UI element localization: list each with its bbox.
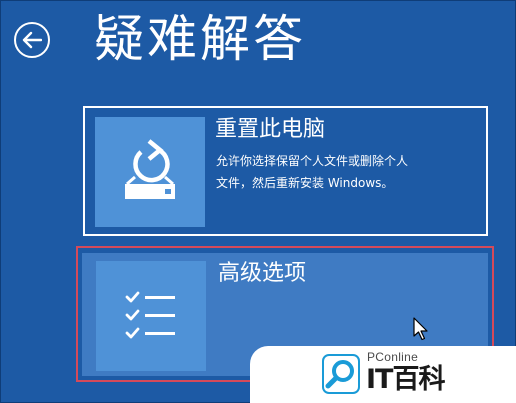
reset-pc-description-line1: 允许你选择保留个人文件或删除个人 [216,154,409,168]
watermark-brand-small: PConline [367,350,419,364]
reset-pc-icon [125,139,175,199]
reset-pc-tile [95,117,205,227]
back-button[interactable] [14,22,50,58]
advanced-options-title: 高级选项 [218,261,307,286]
magnifier-logo-icon [322,354,360,394]
advanced-options-tile [96,261,206,371]
page-title: 疑难解答 [94,10,306,68]
back-arrow-icon [22,31,42,49]
reset-pc-option[interactable]: 重置此电脑 允许你选择保留个人文件或删除个人 文件，然后重新安装 Windows… [83,106,488,236]
checklist-icon [125,291,175,339]
watermark-brand-large: IT百科 [366,364,445,395]
reset-pc-description-line2: 文件，然后重新安装 Windows。 [216,176,394,190]
reset-pc-title: 重置此电脑 [215,117,326,142]
watermark: PConline IT百科 [250,346,516,403]
mouse-cursor-icon [413,317,428,341]
reset-pc-description: 允许你选择保留个人文件或删除个人 文件，然后重新安装 Windows。 [216,150,476,194]
